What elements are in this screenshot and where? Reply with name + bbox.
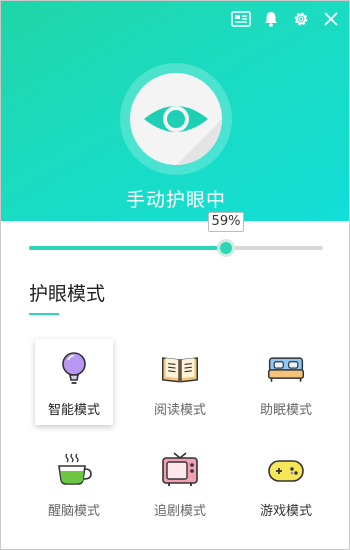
mode-refresh[interactable]: 醒脑模式 <box>35 440 113 526</box>
header-banner: 手动护眼中 <box>1 1 349 221</box>
bed-icon <box>266 349 306 389</box>
brightness-slider[interactable]: 59% <box>29 212 323 257</box>
mode-grid: 智能模式 阅读模式 助眠模式 醒脑模式 追剧模式 游戏模式 <box>35 339 325 529</box>
gamepad-icon <box>266 450 306 490</box>
gear-icon[interactable] <box>289 7 313 31</box>
mode-reading[interactable]: 阅读模式 <box>141 339 219 425</box>
mode-smart[interactable]: 智能模式 <box>35 339 113 425</box>
eye-care-panel: 手动护眼中 59% 护眼模式 智能模式 阅读模式 助眠模式 醒脑模式 追剧模式 … <box>0 0 350 550</box>
mode-drama[interactable]: 追剧模式 <box>141 440 219 526</box>
mode-label: 游戏模式 <box>259 504 312 519</box>
bell-icon[interactable] <box>259 7 283 31</box>
close-icon[interactable] <box>319 7 343 31</box>
mode-label: 阅读模式 <box>153 403 206 418</box>
mode-label: 醒脑模式 <box>47 504 100 519</box>
mode-game[interactable]: 游戏模式 <box>247 440 325 526</box>
slider-value-tooltip: 59% <box>208 212 244 232</box>
section-underline <box>29 313 59 315</box>
slider-thumb[interactable] <box>218 240 234 256</box>
mode-label: 智能模式 <box>47 403 100 418</box>
eye-icon <box>130 73 222 165</box>
slider-fill <box>29 246 226 250</box>
bulb-icon <box>54 349 94 389</box>
status-title: 手动护眼中 <box>125 189 226 211</box>
mode-label: 追剧模式 <box>153 504 206 519</box>
tv-icon <box>160 450 200 490</box>
title-actions <box>229 7 343 31</box>
section-title: 护眼模式 <box>29 283 106 305</box>
book-icon <box>160 349 200 389</box>
mode-sleep[interactable]: 助眠模式 <box>247 339 325 425</box>
news-icon[interactable] <box>229 7 253 31</box>
mode-label: 助眠模式 <box>259 403 312 418</box>
eye-mode-indicator[interactable] <box>120 63 232 175</box>
tea-cup-icon <box>54 450 94 490</box>
